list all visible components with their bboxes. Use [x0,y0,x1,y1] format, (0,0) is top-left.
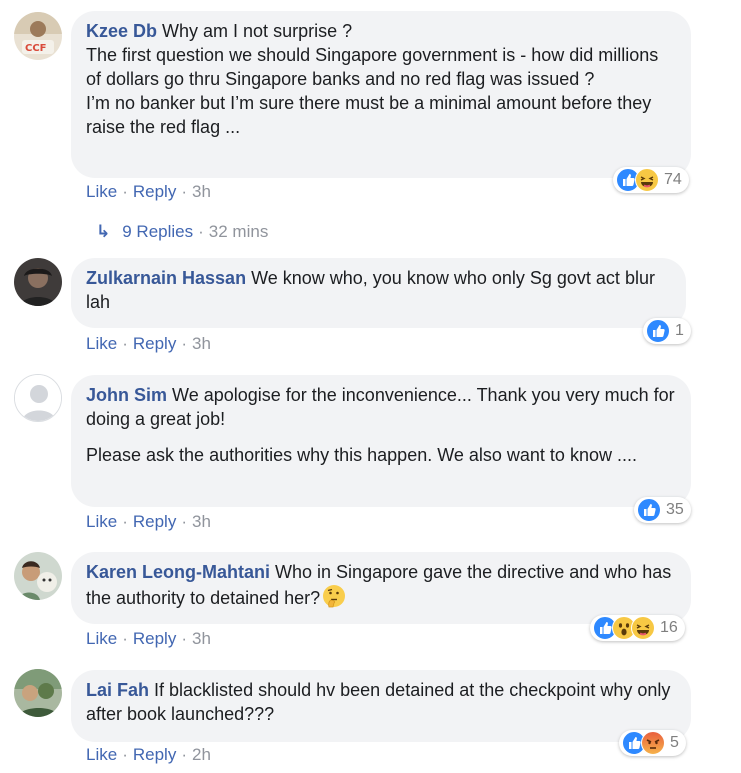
replies-time: 32 mins [208,222,269,241]
angry-reaction-icon [641,731,665,755]
reply-button[interactable]: Reply [133,334,176,353]
comment-line: Why am I not surprise ? [162,21,353,41]
reactions-summary[interactable]: 5 [619,730,686,756]
comment-text: Zulkarnain Hassan We know who, you know … [86,266,672,314]
separator: · [122,182,128,201]
avatar[interactable] [14,669,62,717]
timestamp[interactable]: 3h [192,334,211,353]
reaction-count: 5 [670,734,679,751]
timestamp[interactable]: 3h [192,512,211,531]
comment-text: Kzee Db Why am I not surprise ? The first… [86,19,677,139]
like-button[interactable]: Like [86,629,117,648]
like-reaction-icon [646,319,670,343]
timestamp[interactable]: 3h [192,629,211,648]
comment-bubble: Lai Fah If blacklisted should hv been de… [71,670,691,742]
comment-text: John Sim We apologise for the inconvenie… [86,383,677,431]
commenter-name[interactable]: Kzee Db [86,21,157,41]
reply-button[interactable]: Reply [133,512,176,531]
reaction-count: 74 [664,171,682,188]
default-avatar-icon[interactable] [14,374,62,422]
reactions-summary[interactable]: 16 [590,615,685,641]
commenter-name[interactable]: Zulkarnain Hassan [86,268,246,288]
timestamp[interactable]: 2h [192,745,211,764]
commenter-name[interactable]: Karen Leong-Mahtani [86,562,270,582]
comment-text-paragraph-2: Please ask the authorities why this happ… [86,445,637,465]
avatar[interactable]: CCF [14,12,62,60]
separator: · [122,512,128,531]
comment-bubble: Kzee Db Why am I not surprise ? The first… [71,11,691,178]
like-reaction-icon [637,498,661,522]
view-replies-link[interactable]: ↳ 9 Replies · 32 mins [96,222,268,242]
haha-reaction-icon [635,168,659,192]
comment-body: If blacklisted should hv been detained a… [86,680,671,724]
reaction-count: 1 [675,322,684,339]
svg-text:CCF: CCF [25,43,47,54]
separator: · [181,745,187,764]
reply-button[interactable]: Reply [133,182,176,201]
comment-actions: Like · Reply · 3h [86,334,211,354]
replies-count[interactable]: 9 Replies [122,222,193,241]
comment-bubble: John Sim We apologise for the inconvenie… [71,375,691,507]
reaction-count: 35 [666,501,684,518]
comment-bubble: Karen Leong-Mahtani Who in Singapore gav… [71,552,691,624]
avatar[interactable] [14,552,62,600]
like-button[interactable]: Like [86,745,117,764]
comment-line: The first question we should Singapore g… [86,45,659,89]
reactions-summary[interactable]: 35 [634,497,691,523]
reactions-summary[interactable]: 74 [613,167,689,193]
reactions-summary[interactable]: 1 [643,318,691,344]
separator: · [122,629,128,648]
reaction-count: 16 [660,619,678,636]
like-button[interactable]: Like [86,182,117,201]
comment-line: I’m no banker but I’m sure there must be… [86,93,652,137]
thinking-face-icon [322,584,346,614]
comment-actions: Like · Reply · 3h [86,629,211,649]
comment-body: We apologise for the inconvenience... Th… [86,385,675,429]
comment-actions: Like · Reply · 2h [86,745,211,765]
separator: · [181,182,187,201]
comment-bubble: Zulkarnain Hassan We know who, you know … [71,258,686,328]
separator: · [181,512,187,531]
commenter-name[interactable]: John Sim [86,385,167,405]
comment-actions: Like · Reply · 3h [86,512,211,532]
separator: · [198,222,204,241]
comment-text: Lai Fah If blacklisted should hv been de… [86,678,677,726]
avatar[interactable] [14,258,62,306]
commenter-name[interactable]: Lai Fah [86,680,149,700]
timestamp[interactable]: 3h [192,182,211,201]
comment-text: Karen Leong-Mahtani Who in Singapore gav… [86,560,677,614]
like-button[interactable]: Like [86,512,117,531]
separator: · [122,745,128,764]
comment-actions: Like · Reply · 3h [86,182,211,202]
reply-button[interactable]: Reply [133,629,176,648]
reply-button[interactable]: Reply [133,745,176,764]
separator: · [181,629,187,648]
separator: · [122,334,128,353]
haha-reaction-icon [631,616,655,640]
separator: · [181,334,187,353]
reply-arrow-icon: ↳ [96,222,111,241]
like-button[interactable]: Like [86,334,117,353]
